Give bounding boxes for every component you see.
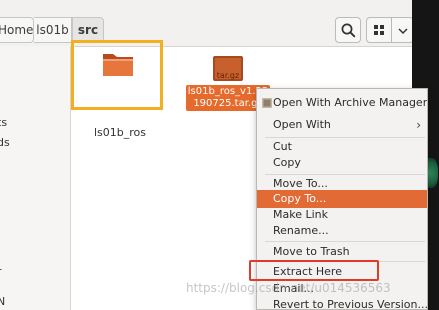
- chevron-down-icon: [398, 28, 408, 35]
- sidebar-item-4[interactable]: N: [0, 295, 5, 308]
- grid-view-button[interactable]: [366, 17, 392, 43]
- search-button[interactable]: [335, 17, 361, 43]
- menu-open-with-label: Open With: [273, 118, 331, 131]
- sidebar-item-3[interactable]: r: [0, 265, 2, 278]
- sidebar: ts ds r N: [0, 46, 71, 310]
- breadcrumb-home[interactable]: Home: [0, 17, 34, 43]
- menu-revert-previous-version[interactable]: Revert to Previous Version...: [257, 296, 427, 309]
- file-manager-window: Home ls01b src ts ds r N: [0, 0, 439, 310]
- menu-rename[interactable]: Rename...: [257, 222, 427, 240]
- search-icon: [341, 23, 356, 38]
- breadcrumb-ls01b[interactable]: ls01b: [34, 17, 72, 43]
- folder-name: ls01b_ros: [93, 126, 146, 139]
- menu-copy[interactable]: Copy: [257, 154, 427, 172]
- archive-icon: tar.gz: [213, 56, 243, 81]
- toolbar: Home ls01b src: [0, 0, 414, 47]
- yellow-highlight-box: [71, 40, 163, 110]
- chevron-right-icon: ›: [416, 118, 421, 132]
- menu-open-with-archive-manager[interactable]: Open With Archive Manager: [257, 94, 427, 112]
- red-highlight-box: [249, 260, 379, 281]
- menu-separator: [265, 241, 425, 242]
- menu-move-to-trash[interactable]: Move to Trash: [257, 243, 427, 261]
- grid-view-icon: [374, 25, 384, 35]
- view-options-button[interactable]: [392, 17, 414, 43]
- sidebar-item-1[interactable]: ts: [0, 116, 7, 129]
- menu-open-with[interactable]: Open With ›: [257, 116, 427, 134]
- sidebar-item-2[interactable]: ds: [0, 136, 10, 149]
- archive-badge-text: tar.gz: [217, 71, 239, 80]
